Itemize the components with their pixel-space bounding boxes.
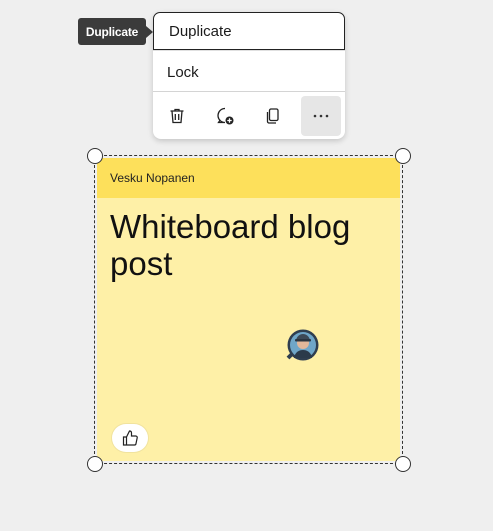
resize-handle-top-right[interactable] <box>395 148 411 164</box>
user-avatar-icon <box>286 329 319 361</box>
tooltip-text: Duplicate <box>85 24 139 39</box>
thumbs-up-icon <box>122 430 138 446</box>
resize-handle-bottom-right[interactable] <box>395 456 411 472</box>
delete-button[interactable] <box>157 96 197 136</box>
context-menu: Duplicate Lock <box>153 12 345 139</box>
more-options-button[interactable] <box>301 96 341 136</box>
sticky-note[interactable]: Vesku Nopanen Whiteboard blog post <box>97 158 400 461</box>
menu-item-duplicate[interactable]: Duplicate <box>153 12 345 50</box>
comment-add-icon <box>217 107 234 125</box>
copy-icon <box>266 108 279 124</box>
duplicate-tooltip: Duplicate <box>78 18 153 45</box>
menu-icon-bar <box>153 96 345 136</box>
trash-icon <box>170 108 184 124</box>
add-comment-button[interactable] <box>205 96 245 136</box>
note-author: Vesku Nopanen <box>110 171 195 185</box>
note-text[interactable]: Whiteboard blog post <box>110 208 380 282</box>
menu-item-label: Duplicate <box>169 22 232 40</box>
note-header: Vesku Nopanen <box>97 158 400 198</box>
copy-button[interactable] <box>253 96 293 136</box>
menu-item-lock[interactable]: Lock <box>153 53 345 91</box>
menu-item-label: Lock <box>167 63 199 81</box>
resize-handle-bottom-left[interactable] <box>87 456 103 472</box>
menu-divider <box>153 50 345 51</box>
more-options-icon <box>313 114 329 118</box>
menu-divider <box>153 91 345 92</box>
like-button[interactable] <box>112 424 148 452</box>
resize-handle-top-left[interactable] <box>87 148 103 164</box>
avatar[interactable] <box>286 328 320 362</box>
